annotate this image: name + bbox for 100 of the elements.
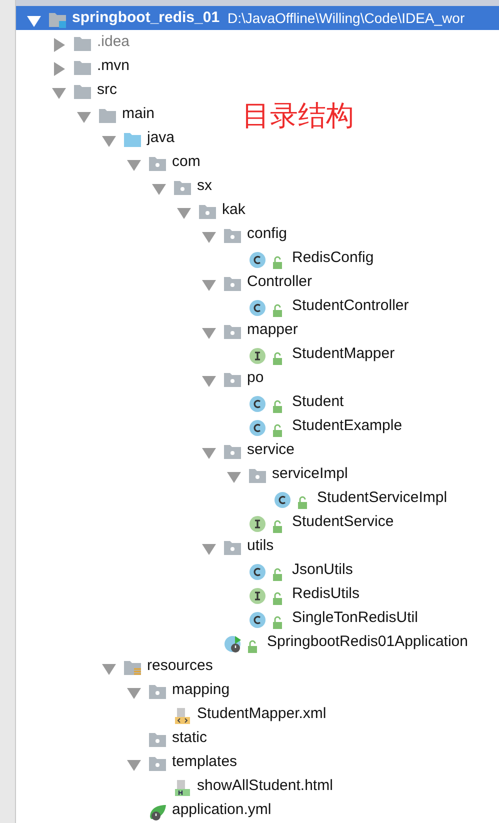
tree-label: StudentMapper [292,344,395,364]
tree-label: StudentServiceImpl [317,488,448,508]
tree-item[interactable]: mapper [16,318,298,342]
collapse-arrow-icon [176,205,192,222]
collapse-arrow-icon [201,541,217,558]
tree-item[interactable]: utils [16,534,274,558]
collapse-arrow-icon [126,757,142,774]
tree-item[interactable]: serviceImpl [16,462,348,486]
collapse-arrow-icon [126,157,142,174]
package-icon [223,371,242,390]
tree-label: static [172,728,208,748]
tree-item[interactable]: static [16,726,208,750]
interface-icon [248,347,267,366]
package-icon [248,467,267,486]
tree-label: RedisConfig [292,248,374,268]
package-icon [173,179,192,198]
tree-item[interactable]: JsonUtils [16,558,353,582]
tree-item[interactable]: po [16,366,264,390]
tree-item[interactable]: application.yml [16,798,272,822]
tree-item[interactable]: springboot_redis_01 D:\JavaOffline\Willing\Code\IDEA_wor [16,6,499,30]
lock-icon [272,520,284,534]
source-folder-icon [123,131,142,150]
collapse-arrow-icon [226,469,242,486]
folder-icon [98,107,117,126]
tree-label: springboot_redis_01 [72,8,220,28]
tree-item[interactable]: RedisUtils [16,582,360,606]
class-icon [248,563,267,582]
collapse-arrow-icon [101,661,117,678]
tree-item[interactable]: mapping [16,678,230,702]
package-icon [223,323,242,342]
tree-label: com [172,152,200,172]
folder-icon [73,59,92,78]
html-file-icon [173,779,192,798]
lock-icon [272,592,284,606]
collapse-arrow-icon [201,325,217,342]
collapse-arrow-icon [76,109,92,126]
tree-item[interactable]: kak [16,198,246,222]
tree-item[interactable]: .mvn [16,54,130,78]
class-icon [248,395,267,414]
tree-label: application.yml [172,800,272,820]
tree-label: resources [147,656,213,676]
interface-icon [248,515,267,534]
tree-item[interactable]: StudentService [16,510,394,534]
lock-icon [272,352,284,366]
expand-arrow-icon [51,61,67,78]
tree-item[interactable]: SingleTonRedisUtil [16,606,418,630]
tree-item[interactable]: showAllStudent.html [16,774,333,798]
tree-label: SpringbootRedis01Application [267,632,468,652]
lock-icon [272,424,284,438]
lock-icon [272,400,284,414]
tree-label: Controller [247,272,312,292]
tree-item[interactable]: RedisConfig [16,246,374,270]
tree-label: StudentExample [292,416,402,436]
tree-item[interactable]: templates [16,750,238,774]
tree-item[interactable]: java [16,126,175,150]
lock-icon [272,568,284,582]
tree-item[interactable]: StudentServiceImpl [16,486,448,510]
tree-item[interactable]: resources [16,654,213,678]
tree-item[interactable]: src [16,78,117,102]
tree-item[interactable]: service [16,438,295,462]
tree-item[interactable]: StudentExample [16,414,402,438]
tree-item[interactable]: Controller [16,270,312,294]
package-icon [148,155,167,174]
resources-folder-icon [123,659,142,678]
tree-label: StudentService [292,512,394,532]
tree-label: RedisUtils [292,584,360,604]
collapse-arrow-icon [201,373,217,390]
package-icon [223,539,242,558]
tree-item[interactable]: main [16,102,155,126]
tree-label: kak [222,200,246,220]
tree-item[interactable]: StudentController [16,294,409,318]
tree-item[interactable]: SpringbootRedis01Application [16,630,468,654]
tree-label: showAllStudent.html [197,776,333,796]
tree-label: sx [197,176,212,196]
lock-icon [272,304,284,318]
project-folder-icon [48,11,67,30]
class-icon [248,419,267,438]
package-icon [198,203,217,222]
tree-item[interactable]: com [16,150,200,174]
tree-label: Student [292,392,344,412]
tree-item[interactable]: sx [16,174,212,198]
tree-label: JsonUtils [292,560,353,580]
tree-item[interactable]: StudentMapper.xml [16,702,326,726]
collapse-arrow-icon [201,445,217,462]
collapse-arrow-icon [151,181,167,198]
tree-item[interactable]: StudentMapper [16,342,395,366]
spring-leaf-icon [148,803,167,822]
tree-item[interactable]: Student [16,390,344,414]
collapse-arrow-icon [26,13,42,30]
tree-item[interactable]: config [16,222,288,246]
folder-icon [73,83,92,102]
lock-icon [297,496,309,510]
class-icon [248,611,267,630]
collapse-arrow-icon [201,229,217,246]
tree-item[interactable]: .idea [16,30,130,54]
package-icon [223,443,242,462]
tree-label: StudentMapper.xml [197,704,326,724]
tree-label: src [97,80,117,100]
tree-label: service [247,440,295,460]
tree-label: java [147,128,175,148]
